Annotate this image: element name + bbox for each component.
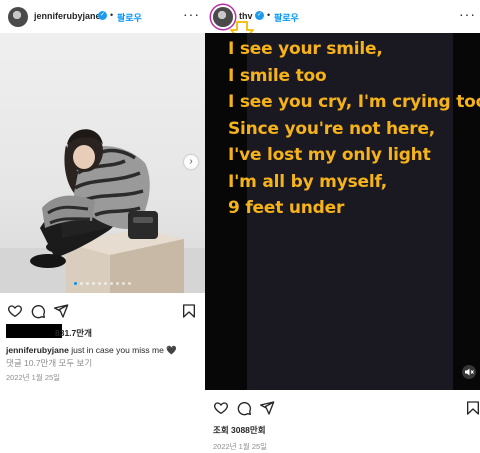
lyric-line: I'm all by myself,	[228, 171, 387, 192]
carousel-dot	[74, 282, 77, 285]
caption: jenniferubyjane just in case you miss me…	[6, 345, 177, 356]
lyric-line: 9 feet under	[228, 198, 345, 218]
post-date: 2022년 1월 25일	[213, 442, 268, 451]
likes-redaction	[6, 324, 62, 338]
post-jennie: jenniferubyjane ✓ • 팔로우 ··· › 831.7만개 je…	[0, 0, 205, 453]
carousel-dot	[98, 282, 101, 285]
heart-icon[interactable]	[7, 303, 23, 319]
likes-count[interactable]: 831.7만개	[55, 327, 92, 339]
separator: •	[110, 10, 114, 20]
lyric-line: I've lost my only light	[228, 145, 431, 165]
separator: •	[267, 10, 271, 20]
video-player[interactable]: I see your smile, I smile too I see you cr…	[205, 33, 480, 390]
carousel-dot	[104, 282, 107, 285]
carousel-dot	[122, 282, 125, 285]
follow-button[interactable]: 팔로우	[274, 11, 299, 24]
chevron-right-icon[interactable]: ›	[184, 155, 198, 169]
carousel-dot	[128, 282, 131, 285]
lyric-line: I see your smile,	[228, 39, 383, 59]
share-icon[interactable]	[259, 400, 275, 416]
carousel-dot	[92, 282, 95, 285]
carousel-dot	[116, 282, 119, 285]
lyric-line: I smile too	[228, 65, 327, 86]
avatar[interactable]	[8, 7, 28, 27]
follow-button[interactable]: 팔로우	[117, 11, 142, 24]
verified-icon: ✓	[98, 11, 107, 20]
bookmark-icon[interactable]	[181, 303, 197, 319]
comment-icon[interactable]	[236, 400, 252, 416]
post-header: jenniferubyjane ✓ • 팔로우 ···	[0, 0, 205, 32]
mute-icon[interactable]	[462, 365, 476, 379]
action-bar	[205, 399, 480, 419]
post-photo[interactable]: ›	[0, 33, 205, 293]
view-comments-link[interactable]: 댓글 10.7만개 모두 보기	[6, 357, 92, 369]
action-bar	[0, 302, 205, 322]
carousel-dot	[80, 282, 83, 285]
verified-icon: ✓	[255, 11, 264, 20]
caption-text: just in case you miss me 🖤	[71, 345, 177, 355]
carousel-dot	[86, 282, 89, 285]
comment-icon[interactable]	[30, 303, 46, 319]
views-count[interactable]: 조회 3088만회	[213, 424, 266, 436]
carousel-dots	[0, 282, 205, 285]
share-icon[interactable]	[53, 303, 69, 319]
post-thv: thv ✓ • 팔로우 ··· I see your smile, I smile…	[205, 0, 480, 453]
more-icon[interactable]: ···	[459, 6, 476, 22]
lyric-line: I see you cry, I'm crying too	[228, 92, 480, 112]
bookmark-icon[interactable]	[465, 400, 480, 416]
caption-username[interactable]: jenniferubyjane	[6, 345, 69, 355]
heart-icon[interactable]	[213, 400, 229, 416]
lyric-line: Since you're not here,	[228, 118, 436, 139]
username[interactable]: jenniferubyjane	[34, 11, 101, 21]
post-date: 2022년 1월 25일	[6, 373, 61, 382]
more-icon[interactable]: ···	[183, 6, 200, 22]
photo-illustration	[0, 129, 205, 293]
carousel-dot	[110, 282, 113, 285]
